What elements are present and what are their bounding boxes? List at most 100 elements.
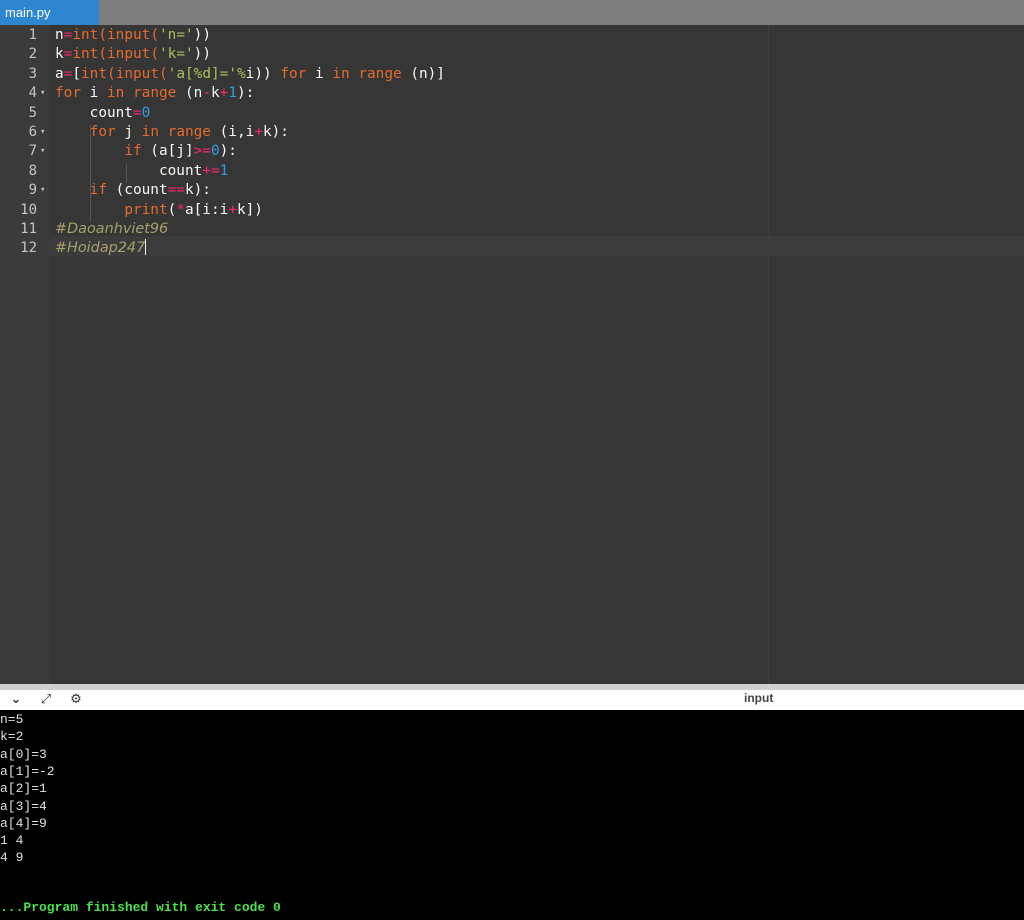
code-token: i (81, 85, 107, 102)
code-token: input (115, 65, 160, 82)
code-token: ( (98, 46, 108, 63)
code-token: print (124, 201, 168, 218)
indent-guide (90, 202, 91, 222)
code-token: (n (176, 85, 203, 102)
code-token: (i,i (210, 124, 255, 140)
program-finished-message: ...Program finished with exit code 0 (0, 900, 281, 915)
fold-toggle-icon[interactable]: ▾ (40, 142, 45, 161)
gutter-line: 2 (0, 45, 50, 64)
code-token: range (133, 85, 177, 102)
code-line[interactable]: for i in range (n-k+1): (55, 84, 254, 103)
expand-arrows-icon[interactable]: ⤢ (38, 692, 54, 708)
console-line: a[0]=3 (0, 746, 47, 762)
code-token: count (55, 162, 203, 179)
code-token: input (107, 46, 151, 63)
gutter-line: 11 (0, 220, 50, 239)
code-line[interactable]: print(*a[i:i+k]) (55, 201, 263, 220)
code-token: if (89, 182, 107, 199)
indent-guide (90, 125, 91, 203)
code-line[interactable]: if (count==k): (55, 181, 211, 200)
code-line[interactable]: count=0 (55, 104, 151, 123)
code-token: = (132, 104, 142, 121)
line-number: 4 (28, 85, 37, 102)
code-token: ( (159, 65, 168, 82)
line-number: 8 (28, 162, 37, 179)
code-token: range (167, 124, 211, 140)
code-token: j (115, 124, 142, 140)
code-token: 'k=' (159, 46, 194, 63)
fold-toggle-icon[interactable]: ▾ (40, 123, 45, 142)
code-token: for (280, 65, 307, 82)
code-token: )) (193, 46, 211, 63)
code-token: [ (72, 65, 82, 82)
code-editor[interactable]: 1 2 3 4 ▾ 5 6 ▾ 7 ▾ 8 9 ▾ 10 11 12 n=int(input('n=')) k=… (0, 25, 1024, 684)
code-token: i)) (245, 65, 281, 82)
console-line: 4 9 (0, 850, 24, 866)
code-token: ( (150, 46, 160, 63)
code-line[interactable]: k=int(input('k=')) (55, 45, 211, 64)
console-output[interactable]: n=5 k=2 a[0]=3 a[1]=-2 a[2]=1 a[3]=4 a[4]=9 1 4… (0, 710, 1024, 920)
code-token: % (237, 65, 246, 82)
code-token: in (141, 124, 159, 140)
code-line[interactable]: a=[int(input('a[%d]='%i)) for i in range… (55, 65, 445, 84)
code-token: (count (106, 182, 168, 199)
code-token: int (72, 46, 99, 63)
code-token: )) (193, 27, 211, 43)
fold-toggle-icon[interactable]: ▾ (40, 181, 45, 200)
console-toolbar: ⌄ ⤢ ⚙ input (0, 690, 1024, 710)
line-number: 9 (28, 182, 37, 199)
code-token: if (124, 143, 142, 160)
console-line: n=5 (0, 712, 24, 727)
line-number: 5 (28, 104, 37, 121)
code-token: a[i:i (184, 201, 229, 218)
code-token: a (55, 65, 64, 82)
code-token: int (81, 65, 108, 82)
code-line[interactable]: #Daoanhviet96 (55, 220, 168, 239)
fold-toggle-icon[interactable]: ▾ (40, 84, 45, 103)
gutter-line: 12 (0, 239, 50, 258)
active-line-highlight (0, 236, 1024, 256)
gutter-line: 10 (0, 201, 50, 220)
print-margin (768, 25, 769, 684)
code-token: k]) (236, 201, 263, 218)
code-token: (a[j] (141, 143, 194, 160)
console-line: k=2 (0, 729, 24, 745)
code-token: 1 (219, 162, 229, 179)
gutter-line: 8 (0, 162, 50, 181)
line-number: 2 (28, 46, 37, 63)
code-token: ): (219, 143, 237, 160)
line-number: 3 (28, 65, 37, 82)
code-token: k): (262, 124, 289, 140)
line-number: 12 (20, 240, 37, 257)
code-token: ( (98, 27, 108, 43)
indent-guide (126, 163, 127, 184)
code-token: == (167, 182, 185, 199)
code-line[interactable]: n=int(input('n=')) (55, 26, 211, 45)
console-line: a[3]=4 (0, 798, 47, 814)
console-line: a[4]=9 (0, 815, 47, 831)
ide-window: main.py 1 2 3 4 ▾ 5 6 ▾ 7 ▾ 8 9 ▾ 10 11 12 n=int(input(… (0, 0, 1024, 920)
line-number: 11 (20, 221, 37, 237)
text-cursor (145, 239, 147, 256)
code-line[interactable]: if (a[j]>=0): (55, 142, 237, 161)
code-line[interactable]: #Hoidap247 (55, 239, 147, 258)
code-token: * (176, 201, 185, 218)
tab-main-py[interactable]: main.py (0, 0, 99, 25)
chevron-down-icon[interactable]: ⌄ (8, 692, 24, 708)
code-token: 0 (210, 143, 220, 160)
console-line: 1 4 (0, 833, 24, 849)
code-token: 'a[%d]=' (167, 65, 237, 82)
user-settings-icon[interactable]: ⚙ (68, 692, 84, 708)
code-token: >= (193, 143, 211, 160)
gutter-line: 4 ▾ (0, 84, 50, 103)
code-token: i (306, 65, 333, 82)
code-token: #Daoanhviet96 (55, 221, 169, 237)
code-line[interactable]: count+=1 (55, 162, 228, 181)
code-token: in (107, 85, 125, 102)
code-token: + (254, 124, 263, 140)
code-token: #Hoidap247 (55, 240, 146, 257)
code-token: n (55, 27, 64, 43)
